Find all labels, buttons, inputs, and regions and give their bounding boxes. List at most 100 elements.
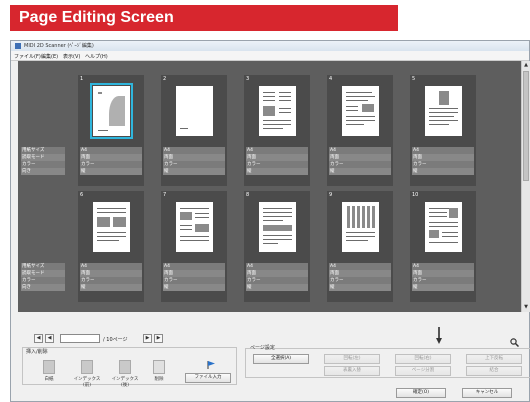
scroll-up-icon[interactable]: ▲ [523,62,529,68]
page-thumbnail[interactable] [176,86,213,136]
page-cell[interactable]: 4 A4 両面 カラー 縦 [327,75,393,186]
page-cell[interactable]: 1 A4 両面 カラー 縦 [78,75,144,186]
cell-prop: カラー [329,277,391,284]
cell-prop: 両面 [412,154,474,161]
cell-prop: カラー [246,161,308,168]
flip-button[interactable]: 上下反転 [466,354,522,364]
page-thumbnail[interactable] [90,83,133,139]
cell-prop: A4 [163,263,225,270]
cancel-button[interactable]: キャンセル [462,388,512,398]
cell-prop: 縦 [80,168,142,175]
prev-page-button[interactable]: ◀ [45,334,54,343]
merge-button[interactable]: 結合 [466,366,522,376]
delete-tool[interactable]: 削除 [149,359,169,382]
delete-page-icon [153,360,165,374]
application-window: MIDI 2D Scanner (ﾍﾟｰｼﾞ編集) ファイル(F) 編集(E) … [10,40,530,402]
page-thumbnail[interactable] [425,86,462,136]
page-total: / 10ページ [103,337,128,343]
page-cell[interactable]: 3 A4 両面 カラー 縦 [244,75,310,186]
index-page-icon [81,360,93,374]
page-cell[interactable]: 8 A4 両面 カラー 縦 [244,191,310,302]
cell-prop: カラー [329,161,391,168]
page-thumbnail[interactable] [425,202,462,252]
page-cell[interactable]: 9 A4 両面 カラー 縦 [327,191,393,302]
pen-icon[interactable] [435,327,443,345]
row-label: 読取モード [21,270,65,277]
cell-prop: 縦 [329,168,391,175]
menubar: ファイル(F) 編集(E) 表示(V) ヘルプ(H) [11,51,529,61]
menu-view[interactable]: 表示(V) [63,53,80,60]
cell-prop: 縦 [163,284,225,291]
last-page-button[interactable]: ▶ [154,334,163,343]
cell-prop: 縦 [329,284,391,291]
menu-edit[interactable]: 編集(E) [41,53,58,60]
title-banner: Page Editing Screen [10,5,398,31]
page-number: 3 [246,76,250,82]
swap-sides-button[interactable]: 表裏入替 [324,366,380,376]
row-label: 向き [21,284,65,291]
flag-icon [207,361,215,369]
cell-prop: A4 [80,263,142,270]
page-grid[interactable]: 用紙サイズ 読取モード カラー 向き 用紙サイズ 読取モード カラー 向き 1 … [18,61,521,312]
scroll-thumb[interactable] [523,71,529,181]
rotate-right-button[interactable]: 回転(右) [395,354,451,364]
index-page-icon [119,360,131,374]
first-page-button[interactable]: ◀ [34,334,43,343]
page-thumbnail[interactable] [259,86,296,136]
page-cell[interactable]: 10 A4 両面 カラー 縦 [410,191,476,302]
cell-prop: A4 [329,263,391,270]
cell-prop: A4 [246,263,308,270]
cell-prop: 縦 [80,284,142,291]
cell-prop: A4 [246,147,308,154]
page-thumbnail[interactable] [342,86,379,136]
page-number-input[interactable] [60,334,100,343]
split-page-button[interactable]: ページ分割 [395,366,451,376]
cell-prop: カラー [80,277,142,284]
row-labels-bottom: 用紙サイズ 読取モード カラー 向き [21,263,65,291]
file-input-button[interactable]: ファイル入力 [185,373,231,383]
rotate-left-button[interactable]: 回転(左) [324,354,380,364]
index-front-tool[interactable]: インデックス(前) [74,359,100,388]
vertical-scrollbar[interactable]: ▲ ▼ [521,61,530,312]
page-cell[interactable]: 6 A4 両面 カラー 縦 [78,191,144,302]
cell-prop: カラー [412,161,474,168]
select-all-button[interactable]: 全選択(A) [253,354,309,364]
cell-prop: カラー [163,161,225,168]
cell-prop: 両面 [329,270,391,277]
page-cell[interactable]: 7 A4 両面 カラー 縦 [161,191,227,302]
row-label: 用紙サイズ [21,263,65,270]
row-label: 用紙サイズ [21,147,65,154]
page-thumbnail[interactable] [176,202,213,252]
page-cell[interactable]: 5 A4 両面 カラー 縦 [410,75,476,186]
menu-help[interactable]: ヘルプ(H) [85,53,108,60]
cell-prop: 縦 [246,284,308,291]
page-number: 9 [329,192,333,198]
page-thumbnail[interactable] [259,202,296,252]
blank-page-tool[interactable]: 白紙 [39,359,59,382]
index-back-tool[interactable]: インデックス(後) [112,359,138,388]
next-page-button[interactable]: ▶ [143,334,152,343]
control-panel: ◀ ◀ / 10ページ ▶ ▶ 挿入/削除 白紙 インデックス(前) インデック… [18,315,530,401]
cell-prop: 両面 [163,270,225,277]
tool-label: 白紙 [44,377,54,382]
tool-label: インデックス(後) [111,377,139,388]
blank-page-icon [43,360,55,374]
cell-prop: A4 [412,263,474,270]
menu-file[interactable]: ファイル(F) [14,53,41,60]
titlebar: MIDI 2D Scanner (ﾍﾟｰｼﾞ編集) [11,41,529,51]
page-number: 2 [163,76,167,82]
tool-label: インデックス(前) [73,377,101,388]
confirm-button[interactable]: 確定(O) [396,388,446,398]
page-thumbnail[interactable] [342,202,379,252]
page-thumbnail[interactable] [93,202,130,252]
page-cell[interactable]: 2 A4 両面 カラー 縦 [161,75,227,186]
cell-prop: 縦 [412,168,474,175]
page-number: 8 [246,192,250,198]
cell-prop: 縦 [246,168,308,175]
zoom-icon[interactable] [510,338,519,347]
tool-label: 削除 [154,377,164,382]
cell-prop: カラー [246,277,308,284]
cell-prop: カラー [80,161,142,168]
scroll-down-icon[interactable]: ▼ [523,304,529,310]
cell-prop: 両面 [246,154,308,161]
